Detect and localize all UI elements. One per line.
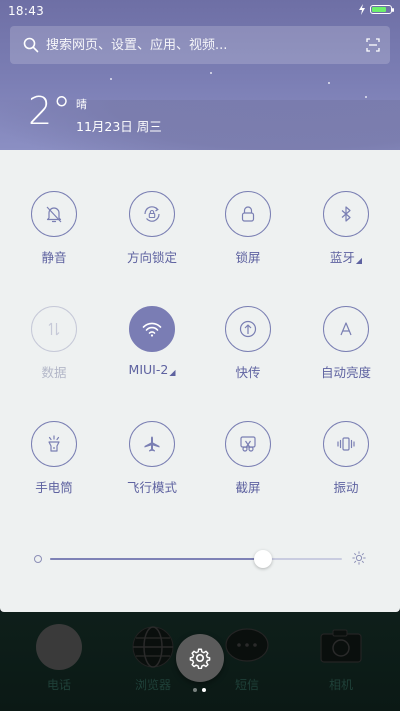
dock-app-label: 电话 [46, 678, 71, 692]
brightness-slider[interactable] [28, 550, 374, 570]
auto-brightness-icon [340, 322, 352, 336]
settings-button[interactable] [176, 634, 224, 682]
page-dot [193, 688, 197, 692]
scan-icon[interactable] [356, 26, 390, 64]
gear-icon [189, 648, 211, 669]
battery-icon [370, 5, 394, 14]
dock-app-label: 浏览器 [134, 678, 171, 692]
brightness-fill [50, 558, 264, 560]
toggle-label: 振动 [333, 480, 359, 495]
wallpaper-star [365, 96, 367, 98]
search-bar[interactable] [10, 26, 390, 64]
toggle-circle [225, 306, 271, 352]
search-input[interactable] [46, 37, 356, 53]
toggle-quick-transfer[interactable]: 快传 [200, 306, 296, 381]
menu-triangle-icon: ◢ [169, 368, 176, 377]
brightness-low-icon [34, 555, 42, 563]
rotation-lock-icon [144, 206, 160, 222]
quick-settings-panel: 静音 方向锁定 锁屏 蓝牙◢ 数据 MIUI-2◢ 快传 自动亮度 手电筒 飞行… [0, 150, 400, 612]
toggle-label: 方向锁定 [126, 250, 177, 265]
wallpaper-star [328, 82, 330, 84]
weather-condition: 晴 [76, 98, 87, 111]
toggle-vibrate[interactable]: 振动 [298, 421, 394, 496]
toggle-label: 锁屏 [235, 250, 261, 265]
bluetooth-icon [341, 206, 351, 222]
search-icon [16, 26, 46, 64]
wifi-icon [142, 322, 162, 337]
brightness-track[interactable] [50, 550, 342, 568]
toggle-label: 手电筒 [35, 480, 73, 495]
toggle-circle [225, 421, 271, 467]
status-time: 18:43 [8, 4, 45, 18]
toggle-label: 自动亮度 [320, 365, 371, 380]
toggle-circle [225, 191, 271, 237]
toggle-circle [129, 191, 175, 237]
toggle-circle [323, 306, 369, 352]
screenshot-icon [240, 436, 256, 452]
toggle-label: 静音 [41, 250, 67, 265]
toggle-auto-brightness[interactable]: 自动亮度 [298, 306, 394, 381]
messages-app-icon [224, 624, 270, 670]
toggle-lock-screen[interactable]: 锁屏 [200, 191, 296, 266]
mobile-data-icon [48, 322, 60, 336]
status-bar: 18:43 [0, 0, 400, 22]
toggle-label: MIUI-2◢ [104, 362, 200, 377]
lock-icon [241, 206, 255, 222]
toggle-label-text: 蓝牙 [329, 250, 355, 265]
toggle-circle [129, 421, 175, 467]
toggle-wifi[interactable]: MIUI-2◢ [104, 306, 200, 377]
toggle-label: 数据 [41, 365, 67, 380]
brightness-knob[interactable] [254, 550, 273, 568]
toggle-mute[interactable]: 静音 [6, 191, 102, 266]
airplane-icon [144, 436, 160, 452]
brightness-high-icon [352, 551, 366, 565]
phone-app-icon [36, 624, 82, 670]
toggle-airplane-mode[interactable]: 飞行模式 [104, 421, 200, 496]
dock-app-label: 相机 [328, 678, 353, 692]
wallpaper-star [210, 72, 212, 74]
toggle-label: 快传 [235, 365, 261, 380]
page-dot-current [202, 688, 206, 692]
dock-app-camera[interactable]: 相机 [306, 624, 376, 693]
toggle-circle [323, 191, 369, 237]
dock-app-label: 短信 [234, 678, 259, 692]
weather-date: 11月23日 周三 [76, 119, 162, 134]
menu-triangle-icon: ◢ [355, 256, 363, 265]
camera-app-icon [318, 624, 364, 670]
quick-transfer-icon [239, 320, 257, 338]
vibrate-icon [337, 437, 355, 451]
toggle-screenshot[interactable]: 截屏 [200, 421, 296, 496]
toggle-label: 飞行模式 [126, 480, 177, 495]
toggle-circle [323, 421, 369, 467]
wallpaper-star [110, 78, 112, 80]
toggle-mobile-data[interactable]: 数据 [6, 306, 102, 381]
toggle-label-text: MIUI-2 [128, 362, 169, 377]
mute-bell-icon [46, 206, 62, 223]
toggle-flashlight[interactable]: 手电筒 [6, 421, 102, 496]
flashlight-icon [48, 435, 60, 452]
toggle-rotation-lock[interactable]: 方向锁定 [104, 191, 200, 266]
toggle-bluetooth[interactable]: 蓝牙◢ [298, 191, 394, 266]
dock-app-phone[interactable]: 电话 [24, 624, 94, 693]
browser-app-icon [130, 624, 176, 670]
weather-temperature[interactable]: 2° [28, 92, 71, 130]
toggle-circle [31, 191, 77, 237]
toggle-circle [31, 421, 77, 467]
toggle-label: 截屏 [235, 480, 261, 495]
battery-fill [372, 7, 386, 12]
toggle-circle [31, 306, 77, 352]
status-icons [358, 4, 394, 15]
page-indicator [193, 688, 206, 692]
toggle-circle [129, 306, 175, 352]
charging-icon [359, 4, 365, 15]
toggle-label: 蓝牙◢ [298, 247, 394, 266]
